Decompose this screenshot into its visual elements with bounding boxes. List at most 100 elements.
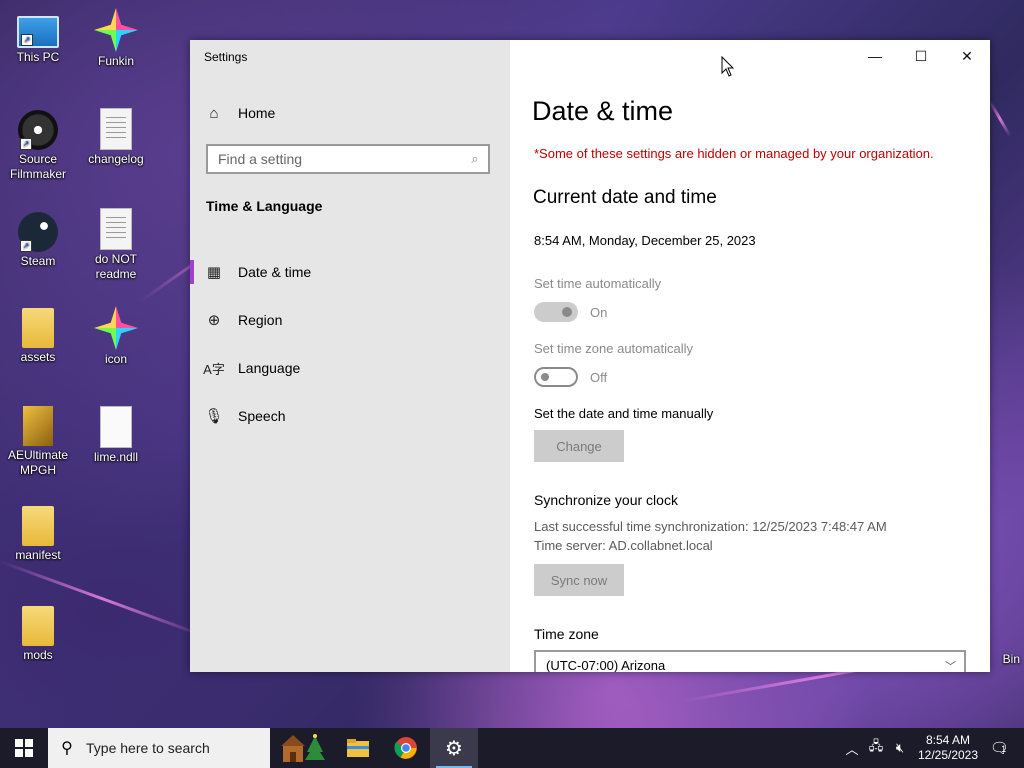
desktop-icon-label: do NOT readme xyxy=(94,252,137,281)
desktop-icon-label: This PC xyxy=(16,50,60,64)
window-controls: — ☐ ✕ xyxy=(852,40,990,72)
sidebar-item-language[interactable]: A字 Language xyxy=(190,344,510,392)
computer-icon: ↗ xyxy=(17,16,59,48)
notification-count: 1 xyxy=(1001,744,1007,754)
taskbar-clock[interactable]: 8:54 AM 12/25/2023 xyxy=(912,733,984,763)
desktop-icon-source-filmmaker[interactable]: ↗ Source Filmmaker xyxy=(0,110,76,182)
network-icon[interactable]: 🖧︎ xyxy=(864,737,888,759)
volume-muted-icon[interactable]: 🔇︎ xyxy=(888,740,912,756)
action-center-button[interactable]: 🗨︎ 1 xyxy=(984,739,1024,757)
film-reel-icon: ↗ xyxy=(18,110,58,150)
text-file-icon xyxy=(100,208,132,250)
minimize-button[interactable]: — xyxy=(852,40,898,72)
sidebar-item-speech[interactable]: 🎙︎ Speech xyxy=(190,392,510,440)
settings-sidebar: Settings ⌂ Home ⌕ Time & Language ▦ Date… xyxy=(190,40,510,672)
change-button[interactable]: Change xyxy=(534,430,624,462)
desktop-icon-this-pc[interactable]: ↗ This PC xyxy=(0,8,76,65)
section-title: Time & Language xyxy=(206,198,323,214)
maximize-button[interactable]: ☐ xyxy=(898,40,944,72)
windows-logo-icon xyxy=(15,739,33,757)
desktop-icon-funkin[interactable]: Funkin xyxy=(78,8,154,69)
desktop-icon-icon[interactable]: icon xyxy=(78,306,154,367)
taskbar: ⚲ Type here to search ⚙ ︿ 🖧︎ 🔇︎ 8:54 AM … xyxy=(0,728,1024,768)
desktop-icon-label: assets xyxy=(20,350,56,364)
sidebar-item-home[interactable]: ⌂ Home xyxy=(190,100,510,126)
set-zone-auto-toggle[interactable] xyxy=(534,367,578,387)
folder-icon xyxy=(22,606,54,646)
taskbar-file-explorer[interactable] xyxy=(334,728,382,768)
desktop-icon-label: Funkin xyxy=(97,54,135,68)
taskbar-chrome[interactable] xyxy=(382,728,430,768)
desktop-icon-changelog[interactable]: changelog xyxy=(78,108,154,167)
time-zone-label: Time zone xyxy=(534,626,599,642)
desktop-icon-label: Source Filmmaker xyxy=(10,152,66,181)
globe-icon: ⊕ xyxy=(207,312,221,329)
set-time-auto-state: On xyxy=(590,305,608,320)
text-file-icon xyxy=(100,108,132,150)
sidebar-item-label: Date & time xyxy=(238,264,312,280)
close-button[interactable]: ✕ xyxy=(944,40,990,72)
sidebar-item-label: Speech xyxy=(238,408,286,424)
sidebar-item-region[interactable]: ⊕ Region xyxy=(190,296,510,344)
manual-set-label: Set the date and time manually xyxy=(534,406,714,421)
wallpaper-streak xyxy=(988,100,1012,137)
desktop-icon-assets[interactable]: assets xyxy=(0,308,76,365)
settings-window: Settings ⌂ Home ⌕ Time & Language ▦ Date… xyxy=(190,40,990,672)
set-time-auto-toggle[interactable] xyxy=(534,302,578,322)
desktop-icon-manifest[interactable]: manifest xyxy=(0,506,76,563)
desktop-icon-label: changelog xyxy=(88,152,144,166)
set-zone-auto-state: Off xyxy=(590,370,608,385)
funkin-icon xyxy=(94,306,138,350)
desktop-icon-lime-ndll[interactable]: lime.ndll xyxy=(78,406,154,465)
time-zone-select[interactable]: (UTC-07:00) Arizona ﹀ xyxy=(534,650,966,672)
microphone-icon: 🎙︎ xyxy=(204,408,224,425)
sync-now-button[interactable]: Sync now xyxy=(534,564,624,596)
file-icon xyxy=(100,406,132,448)
clock-time: 8:54 AM xyxy=(925,733,971,747)
desktop-icon-label: mods xyxy=(23,648,53,662)
time-zone-value: (UTC-07:00) Arizona xyxy=(546,658,666,672)
taskbar-search[interactable]: ⚲ Type here to search xyxy=(48,728,270,768)
folder-icon xyxy=(22,308,54,348)
taskbar-settings[interactable]: ⚙ xyxy=(430,728,478,768)
chrome-icon xyxy=(394,737,417,759)
sidebar-item-label: Home xyxy=(238,105,276,121)
start-button[interactable] xyxy=(0,728,48,768)
search-input[interactable] xyxy=(208,151,462,167)
funkin-icon xyxy=(94,8,138,52)
desktop-icon-label: icon xyxy=(104,352,127,366)
folder-icon xyxy=(347,739,369,757)
search-icon[interactable]: ⌕ xyxy=(462,151,488,167)
calendar-clock-icon: ▦ xyxy=(206,264,222,281)
folder-icon xyxy=(22,506,54,546)
desktop-icon-steam[interactable]: ↗ Steam xyxy=(0,212,76,269)
desktop-icon-do-not-readme[interactable]: do NOT readme xyxy=(78,208,154,282)
org-managed-note: *Some of these settings are hidden or ma… xyxy=(534,146,934,161)
last-sync-text: Last successful time synchronization: 12… xyxy=(534,519,887,534)
holiday-house-icon xyxy=(281,734,325,762)
taskbar-winter-widget[interactable] xyxy=(270,728,334,768)
desktop-icon-label: AEUltimate MPGH xyxy=(7,448,69,477)
sidebar-item-date-time[interactable]: ▦ Date & time xyxy=(190,248,510,296)
time-server-text: Time server: AD.collabnet.local xyxy=(534,538,713,553)
window-title: Settings xyxy=(204,50,248,64)
gear-icon: ⚙ xyxy=(445,737,463,760)
sidebar-item-label: Region xyxy=(238,312,283,328)
desktop-icon-aeultimate[interactable]: AEUltimate MPGH xyxy=(0,406,76,478)
system-tray: ︿ 🖧︎ 🔇︎ 8:54 AM 12/25/2023 🗨︎ 1 xyxy=(840,728,1024,768)
current-date-heading: Current date and time xyxy=(533,187,717,208)
chevron-up-icon[interactable]: ︿ xyxy=(840,739,864,758)
set-time-auto-label: Set time automatically xyxy=(534,276,662,291)
mouse-cursor-icon xyxy=(721,56,735,77)
home-icon: ⌂ xyxy=(209,104,219,122)
desktop-icon-mods[interactable]: mods xyxy=(0,606,76,663)
clock-date: 12/25/2023 xyxy=(917,748,979,762)
desktop-icon-label: lime.ndll xyxy=(93,450,138,464)
notification-icon: 🗨︎ xyxy=(989,740,1009,757)
language-icon: A字 xyxy=(203,361,225,377)
search-icon: ⚲ xyxy=(61,740,73,757)
page-title: Date & time xyxy=(532,96,674,126)
current-date-value: 8:54 AM, Monday, December 25, 2023 xyxy=(534,233,756,248)
find-setting-search[interactable]: ⌕ xyxy=(206,144,490,174)
chevron-down-icon: ﹀ xyxy=(945,661,956,672)
